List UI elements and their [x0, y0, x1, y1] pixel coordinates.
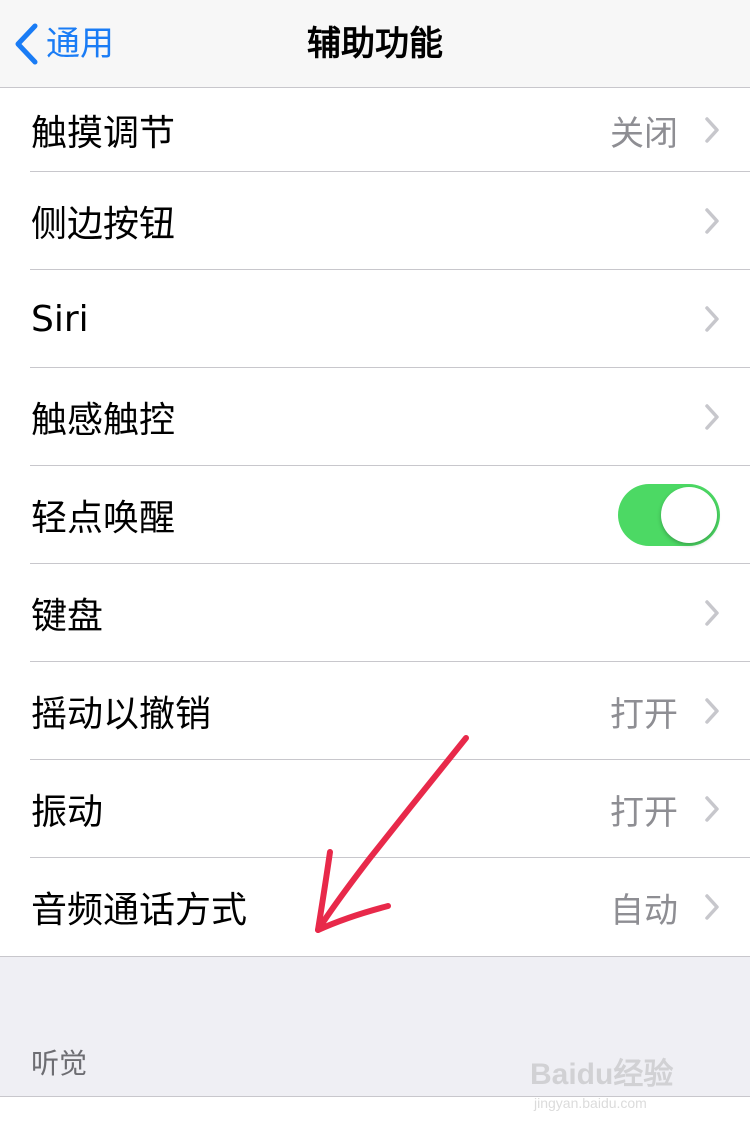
chevron-right-icon — [705, 117, 719, 143]
row-vibration[interactable]: 振动 打开 — [0, 760, 750, 858]
chevron-right-icon — [705, 894, 719, 920]
chevron-right-icon — [705, 404, 719, 430]
row-label: Siri — [31, 298, 89, 340]
row-touch-accommodations[interactable]: 触摸调节 关闭 — [0, 88, 750, 172]
chevron-right-icon — [705, 698, 719, 724]
row-label: 触摸调节 — [31, 113, 176, 154]
row-label: 触感触控 — [31, 400, 176, 441]
row-value: 打开 — [610, 694, 678, 735]
row-label: 摇动以撤销 — [31, 694, 212, 735]
row-label: 振动 — [31, 792, 104, 833]
chevron-right-icon — [705, 796, 719, 822]
row-shake-to-undo[interactable]: 摇动以撤销 打开 — [0, 662, 750, 760]
row-label: 键盘 — [31, 596, 104, 637]
row-siri[interactable]: Siri — [0, 270, 750, 368]
watermark-url: jingyan.baidu.com — [533, 1095, 647, 1111]
row-label: 轻点唤醒 — [31, 498, 176, 539]
accessibility-settings-list: 触摸调节 关闭 侧边按钮 Siri 触感触控 轻点唤醒 键盘 摇动以撤销 打开 … — [0, 88, 750, 957]
row-keyboards[interactable]: 键盘 — [0, 564, 750, 662]
chevron-right-icon — [705, 306, 719, 332]
row-value: 自动 — [610, 890, 678, 931]
section-header-hearing: 听觉 — [31, 1047, 88, 1080]
chevron-right-icon — [705, 600, 719, 626]
row-tap-to-wake: 轻点唤醒 — [0, 466, 750, 564]
row-label: 音频通话方式 — [31, 890, 248, 931]
row-side-button[interactable]: 侧边按钮 — [0, 172, 750, 270]
page-title: 辅助功能 — [307, 24, 443, 64]
row-value: 关闭 — [610, 113, 678, 154]
baidu-watermark-logo: Baidu经验 jingyan.baidu.com — [530, 1057, 673, 1111]
row-value: 打开 — [610, 792, 678, 833]
settings-screen: 通用 辅助功能 触摸调节 关闭 侧边按钮 Siri 触感触控 轻点唤醒 键盘 摇… — [0, 0, 750, 1128]
watermark-brand: Baidu经验 — [530, 1057, 673, 1091]
row-label: 侧边按钮 — [31, 204, 176, 245]
row-call-audio-routing[interactable]: 音频通话方式 自动 — [0, 858, 750, 956]
toggle-knob — [661, 487, 717, 543]
chevron-right-icon — [705, 208, 719, 234]
tap-to-wake-toggle[interactable] — [618, 484, 720, 546]
row-haptic-touch[interactable]: 触感触控 — [0, 368, 750, 466]
navigation-bar: 通用 辅助功能 — [0, 0, 750, 88]
